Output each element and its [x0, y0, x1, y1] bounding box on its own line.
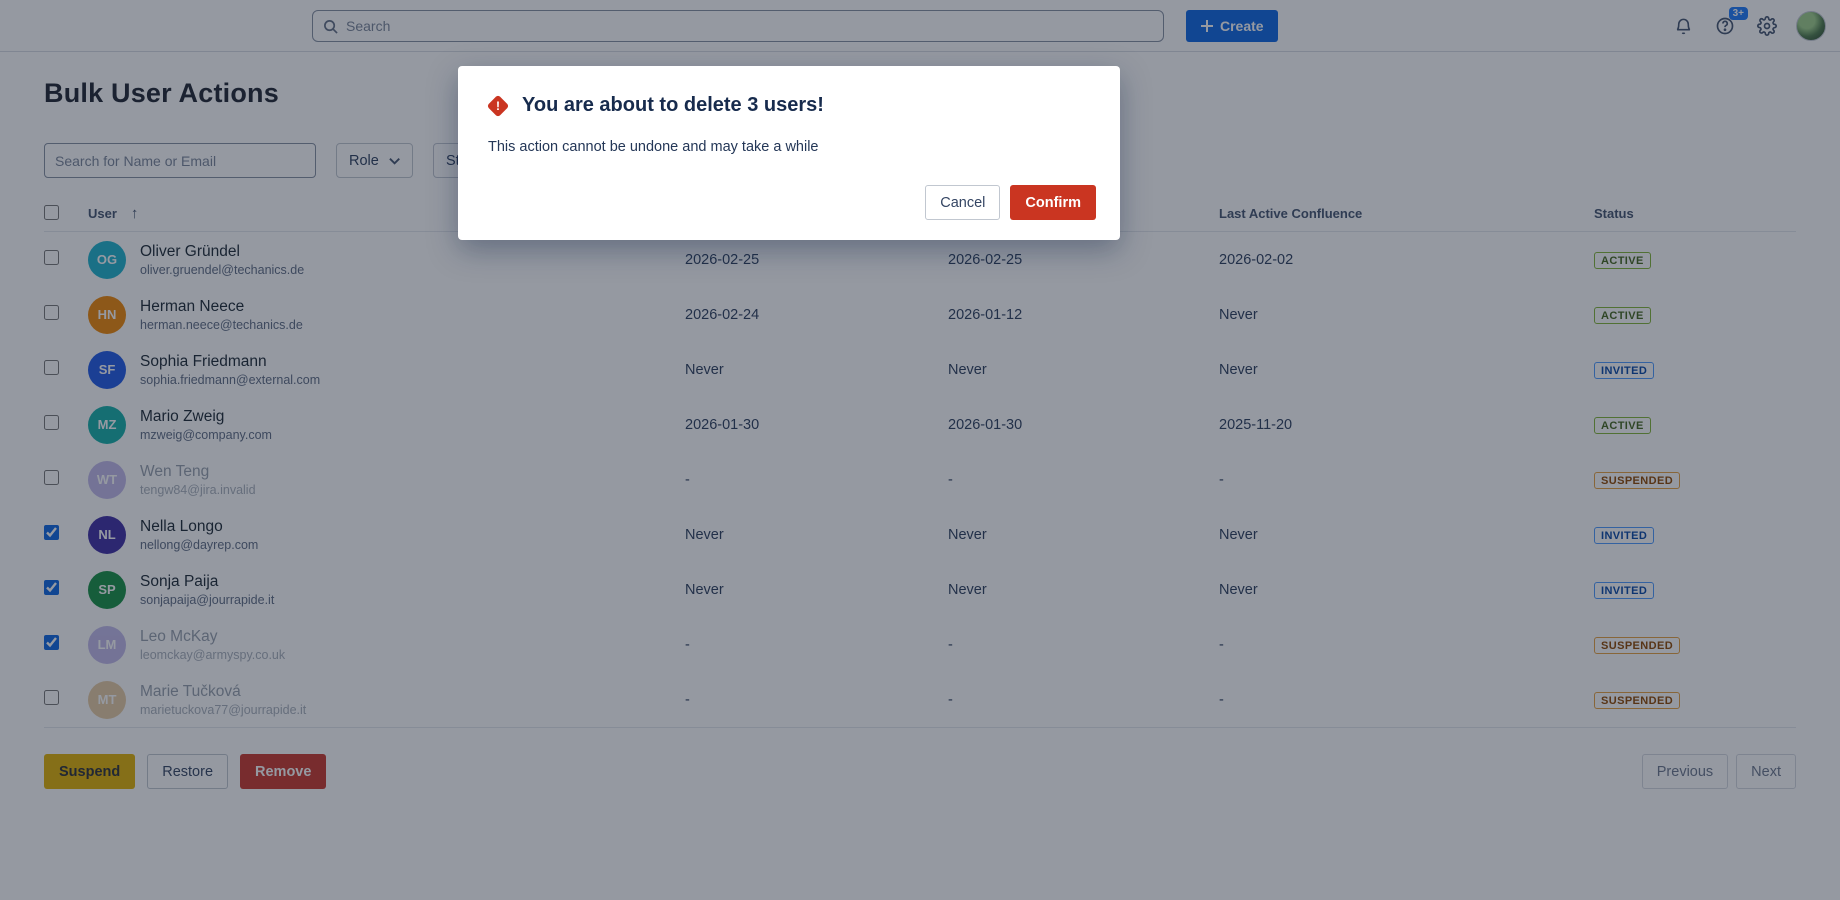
- warning-icon: [486, 94, 510, 117]
- confirm-button[interactable]: Confirm: [1010, 185, 1096, 220]
- dialog-message: This action cannot be undone and may tak…: [488, 139, 819, 155]
- cancel-button[interactable]: Cancel: [925, 185, 1001, 220]
- delete-confirmation-dialog: You are about to delete 3 users! This ac…: [458, 66, 1120, 240]
- dialog-title: You are about to delete 3 users!: [522, 94, 824, 116]
